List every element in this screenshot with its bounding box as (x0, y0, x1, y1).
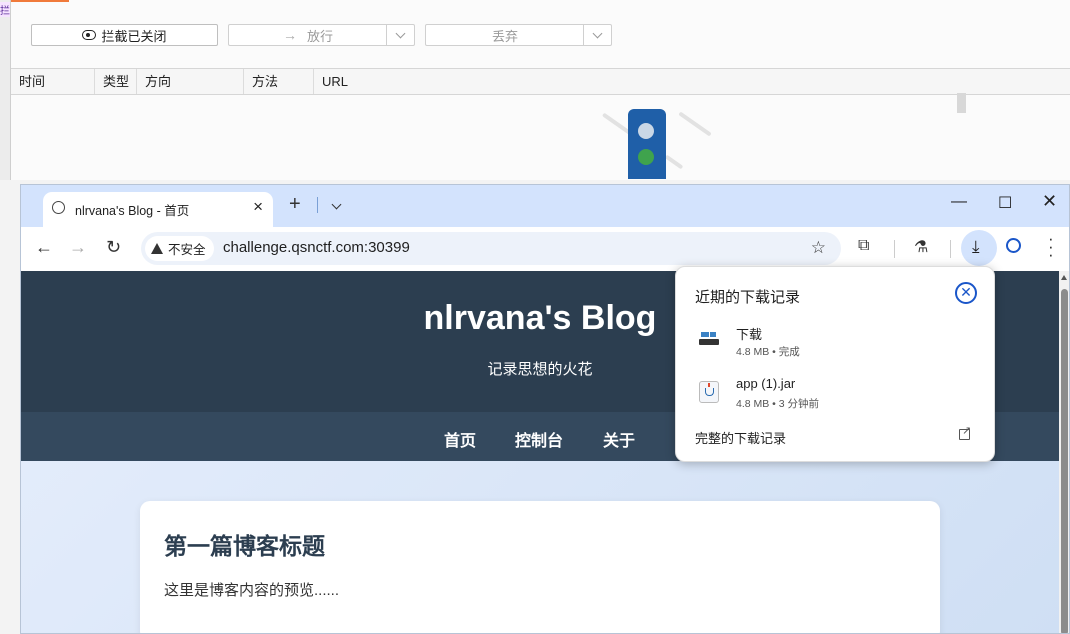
close-tab-icon[interactable]: × (253, 197, 263, 217)
table-scrollbar[interactable] (957, 93, 966, 113)
globe-icon (52, 201, 65, 214)
labs-flask-icon[interactable]: ⚗ (914, 237, 928, 257)
intercept-toggle-label: 拦截已关闭 (101, 28, 167, 44)
toolbar-divider (950, 240, 951, 258)
chevron-down-icon (331, 199, 342, 210)
downloads-panel: 近期的下载记录 ✕ 下载 4.8 MB • 完成 app (1).jar 4.8… (675, 266, 995, 462)
tab-divider (317, 197, 318, 213)
download-item-name: 下载 (736, 327, 763, 342)
nav-link-about[interactable]: 关于 (603, 427, 635, 451)
tab-blog-home[interactable]: nlrvana's Blog - 首页 × (43, 192, 273, 227)
illustration-ray (664, 154, 684, 170)
java-jar-icon (699, 381, 719, 403)
download-item[interactable]: app (1).jar 4.8 MB • 3 分钟前 (695, 376, 975, 416)
forward-button[interactable]: → 放行 (228, 24, 415, 46)
column-url[interactable]: URL (314, 69, 514, 94)
close-panel-icon[interactable]: ✕ (955, 282, 977, 304)
forward-dropdown[interactable] (386, 25, 414, 45)
post-preview: 这里是博客内容的预览...... (164, 582, 340, 599)
tab-strip: nlrvana's Blog - 首页 × + — ☐ ✕ (21, 185, 1069, 227)
drop-button[interactable]: 丢弃 (425, 24, 612, 46)
tab-search-button[interactable] (331, 196, 342, 211)
scrollbar-thumb[interactable] (1061, 289, 1068, 633)
warning-icon (151, 243, 163, 254)
illustration-ray (678, 111, 712, 137)
intercept-toggle-button[interactable]: 拦截已关闭 (31, 24, 218, 46)
column-time[interactable]: 时间 (11, 69, 95, 94)
installer-icon (699, 329, 719, 351)
intercept-tool: 拦 拦截已关闭 → 放行 丢弃 时间 类型 方向 方法 URL (0, 0, 1070, 180)
back-button[interactable]: ← (35, 237, 53, 258)
nav-link-console[interactable]: 控制台 (515, 427, 563, 451)
blog-post-card[interactable]: 第一篇博客标题 这里是博客内容的预览...... (140, 501, 940, 633)
chevron-down-icon (395, 28, 406, 39)
history-table-header: 时间 类型 方向 方法 URL (11, 68, 1070, 95)
post-title[interactable]: 第一篇博客标题 (164, 527, 325, 561)
column-type[interactable]: 类型 (95, 69, 137, 94)
maximize-button[interactable]: ☐ (998, 193, 1012, 213)
full-download-history-link[interactable]: 完整的下载记录 (695, 428, 786, 447)
downloads-button[interactable]: ⤓ (961, 230, 997, 266)
active-tab-indicator (11, 0, 69, 2)
menu-kebab-icon[interactable]: · · · (1048, 230, 1054, 263)
reload-button[interactable]: ↻ (106, 237, 121, 258)
open-external-icon[interactable] (959, 424, 971, 440)
tool-left-edge: 拦 (0, 0, 11, 180)
download-item[interactable]: 下载 4.8 MB • 完成 (695, 324, 975, 364)
scroll-up-arrow-icon[interactable] (1061, 275, 1067, 280)
security-label: 不安全 (168, 243, 206, 257)
extensions-icon[interactable]: ⧉ (858, 237, 869, 255)
close-window-button[interactable]: ✕ (1042, 191, 1057, 212)
column-direction[interactable]: 方向 (137, 69, 244, 94)
forward-label: 放行 (306, 28, 333, 44)
minimize-button[interactable]: — (951, 193, 967, 211)
tool-left-tag: 拦 (0, 2, 10, 17)
download-icon: ⤓ (972, 237, 980, 256)
security-chip[interactable]: 不安全 (145, 236, 214, 261)
column-method[interactable]: 方法 (244, 69, 314, 94)
downloads-title: 近期的下载记录 (695, 289, 801, 306)
forward-nav-button[interactable]: → (69, 237, 87, 258)
browser-toolbar: ← → ↻ 不安全 challenge.qsnctf.com:30399 ☆ ⧉… (21, 227, 1069, 271)
nav-link-home[interactable]: 首页 (444, 427, 476, 451)
bookmark-star-icon[interactable]: ☆ (811, 238, 826, 258)
download-item-name: app (1).jar (736, 376, 796, 391)
toolbar-divider (894, 240, 895, 258)
traffic-light-icon (628, 109, 666, 179)
profile-avatar[interactable] (1006, 238, 1021, 253)
chevron-down-icon (592, 28, 603, 39)
download-item-meta: 4.8 MB • 完成 (736, 346, 800, 358)
address-bar[interactable]: 不安全 challenge.qsnctf.com:30399 ☆ (141, 232, 841, 265)
download-item-meta: 4.8 MB • 3 分钟前 (736, 398, 820, 410)
eye-icon (82, 30, 97, 40)
new-tab-button[interactable]: + (289, 193, 301, 216)
tab-title: nlrvana's Blog - 首页 (75, 204, 190, 218)
drop-dropdown[interactable] (583, 25, 611, 45)
arrow-right-icon: → (282, 27, 297, 43)
page-scrollbar[interactable] (1059, 271, 1069, 633)
drop-label: 丢弃 (491, 28, 518, 44)
url-text[interactable]: challenge.qsnctf.com:30399 (223, 239, 410, 256)
